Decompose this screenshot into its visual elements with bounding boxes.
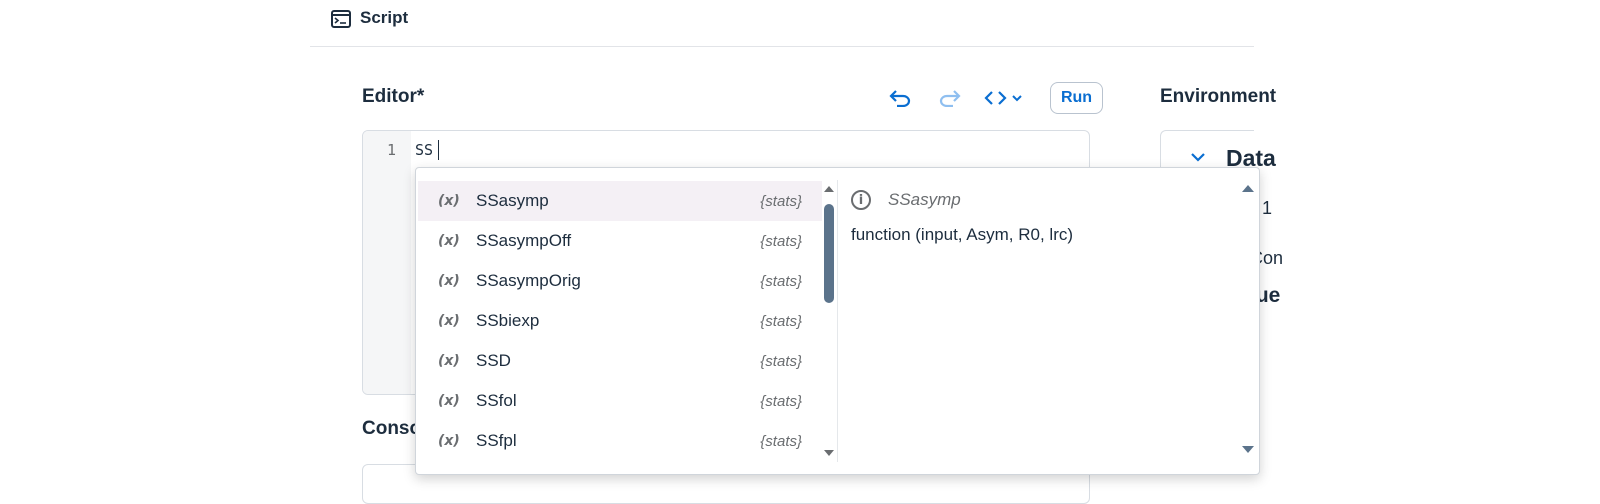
variable-icon: (x) (438, 433, 460, 449)
redo-icon (939, 90, 961, 107)
suggestion-name: SSD (476, 351, 511, 370)
suggestion-item[interactable]: (x) SSasymp {stats} (418, 181, 822, 221)
page-title: Script (360, 8, 409, 27)
suggestion-package: {stats} (760, 352, 802, 370)
suggestion-package: {stats} (760, 392, 802, 410)
editor-title: Editor* (362, 86, 425, 107)
autocomplete-popup: (x) SSasymp {stats} (x) SSasympOff {stat… (415, 167, 1260, 475)
environment-title: Environment (1160, 86, 1277, 107)
suggestion-name: SSfpl (476, 431, 517, 450)
suggestion-package: {stats} (760, 432, 802, 450)
code-snippets-menu-button[interactable] (984, 86, 1028, 110)
variable-icon: (x) (438, 393, 460, 409)
suggestion-item[interactable]: (x) SSD {stats} (418, 341, 822, 381)
suggestion-name: SSfol (476, 391, 517, 410)
text-caret (438, 140, 439, 160)
scroll-down-icon[interactable] (824, 450, 834, 456)
page-header (310, 0, 1254, 47)
detail-function-name: SSasymp (888, 190, 961, 209)
chevron-down-icon[interactable] (1190, 150, 1206, 168)
suggestion-item[interactable]: (x) SSfol {stats} (418, 381, 822, 421)
suggestion-item[interactable]: (x) SSasympOff {stats} (418, 221, 822, 261)
script-console-icon (331, 10, 351, 28)
suggestion-package: {stats} (760, 192, 802, 210)
variable-icon: (x) (438, 233, 460, 249)
detail-scroll-up-icon[interactable] (1242, 185, 1254, 192)
suggestion-name: SSasympOff (476, 231, 572, 250)
suggestion-package: {stats} (760, 272, 802, 290)
suggestion-name: SSasymp (476, 191, 549, 210)
line-gutter (363, 131, 411, 394)
line-number: 1 (387, 141, 397, 159)
suggestion-package: {stats} (760, 312, 802, 330)
variable-icon: (x) (438, 273, 460, 289)
redo-button[interactable] (936, 86, 964, 110)
scrollbar-thumb[interactable] (824, 204, 834, 303)
console-title: Conso (362, 418, 422, 439)
suggestion-list: (x) SSasymp {stats} (x) SSasympOff {stat… (416, 168, 822, 474)
suggestion-item[interactable]: (x) SSasympOrig {stats} (418, 261, 822, 301)
suggestion-item[interactable]: (x) SSfpl {stats} (418, 421, 822, 461)
chevron-down-icon (1012, 95, 1022, 102)
detail-signature: function (input, Asym, R0, lrc) (851, 225, 1074, 244)
suggestion-name: SSbiexp (476, 311, 540, 330)
suggestion-item[interactable]: (x) SSbiexp {stats} (418, 301, 822, 341)
suggestion-name: SSasympOrig (476, 271, 581, 290)
variable-icon: (x) (438, 193, 460, 209)
run-button[interactable]: Run (1050, 82, 1103, 114)
suggestion-package: {stats} (760, 232, 802, 250)
popup-divider (837, 180, 838, 462)
code-snippets-icon (984, 91, 1022, 105)
undo-button[interactable] (886, 86, 914, 110)
undo-icon (889, 90, 911, 107)
variable-icon: (x) (438, 313, 460, 329)
detail-scroll-down-icon[interactable] (1242, 446, 1254, 453)
variable-icon: (x) (438, 353, 460, 369)
info-icon: i (851, 190, 871, 210)
scroll-up-icon[interactable] (824, 186, 834, 192)
code-line[interactable]: SS (415, 141, 433, 159)
